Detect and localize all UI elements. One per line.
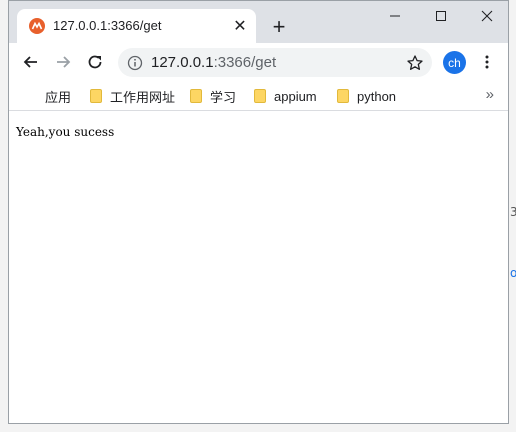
bookmark-folder-work[interactable]: 工作用网址 (90, 86, 175, 106)
folder-icon (90, 89, 102, 103)
tab-title: 127.0.0.1:3366/get (53, 18, 162, 33)
bookmarks-overflow-icon[interactable]: » (486, 86, 494, 103)
browser-toolbar: 127.0.0.1:3366/get ch (9, 43, 508, 81)
folder-icon (337, 89, 349, 103)
menu-button[interactable] (473, 48, 501, 76)
close-window-button[interactable] (464, 1, 508, 31)
bookmark-apps[interactable]: 应用 (23, 86, 71, 106)
forward-button[interactable] (49, 48, 77, 76)
bookmark-label: 学习 (210, 89, 237, 105)
page-body-text: Yeah,you sucess (16, 125, 115, 139)
site-favicon-icon (29, 18, 45, 34)
info-icon[interactable] (127, 55, 143, 71)
active-tab[interactable]: 127.0.0.1:3366/get ✕ (17, 9, 256, 43)
bookmark-folder-study[interactable]: 学习 (190, 86, 236, 106)
browser-window: 127.0.0.1:3366/get ✕ + 127.0.0.1:3366/ge… (8, 0, 509, 424)
forward-arrow-icon (57, 56, 71, 68)
bookmark-label: 应用 (45, 89, 72, 105)
bookmarks-bar: 应用 工作用网址 学习 appium python » (9, 81, 508, 111)
bookmark-folder-appium[interactable]: appium (254, 86, 317, 106)
bookmark-label: appium (274, 88, 317, 104)
address-url[interactable]: 127.0.0.1:3366/get (151, 54, 276, 71)
page-content: Yeah,you sucess (9, 111, 508, 423)
bookmark-star-icon[interactable] (406, 54, 424, 72)
bookmark-label: 工作用网址 (110, 89, 176, 105)
bookmark-label: python (357, 88, 397, 104)
maximize-icon (436, 11, 446, 21)
url-path: :3366/get (213, 54, 277, 71)
apps-grid-icon (23, 89, 37, 103)
tab-strip: 127.0.0.1:3366/get ✕ + (9, 1, 508, 43)
back-arrow-icon (23, 56, 37, 68)
background-fragment-digit: 3 (510, 205, 516, 219)
folder-icon (254, 89, 266, 103)
profile-avatar[interactable]: ch (443, 51, 466, 74)
maximize-button[interactable] (418, 1, 464, 31)
close-icon (481, 10, 493, 22)
reload-icon (88, 55, 102, 69)
background-fragment-letter: o (510, 266, 516, 280)
reload-button[interactable] (81, 48, 109, 76)
url-host: 127.0.0.1 (151, 54, 214, 71)
tab-close-icon[interactable]: ✕ (230, 16, 250, 36)
folder-icon (190, 89, 202, 103)
new-tab-button[interactable]: + (267, 14, 291, 39)
back-button[interactable] (17, 48, 45, 76)
minimize-icon (390, 15, 400, 17)
more-vertical-icon (485, 55, 489, 69)
address-bar[interactable]: 127.0.0.1:3366/get (118, 48, 432, 77)
minimize-button[interactable] (372, 1, 418, 31)
bookmark-folder-python[interactable]: python (337, 86, 396, 106)
